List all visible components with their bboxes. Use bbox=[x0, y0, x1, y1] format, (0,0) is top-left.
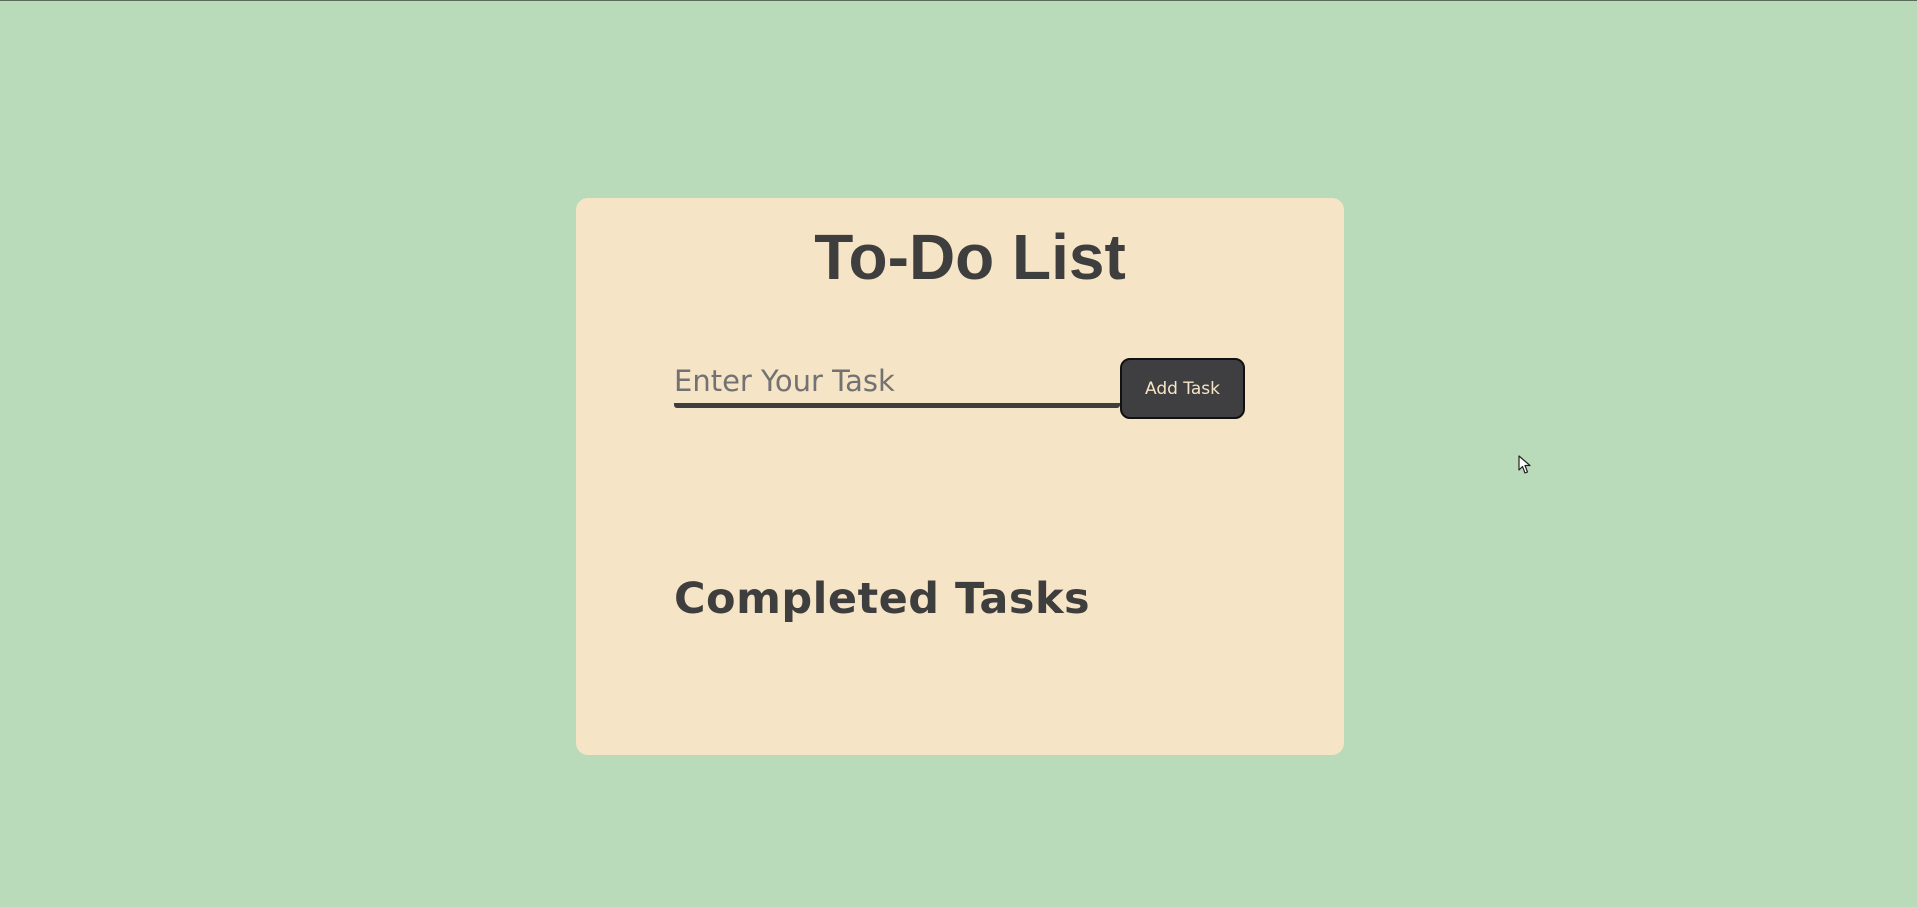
page-background: { "app": { "title": "To-Do List" }, "inp… bbox=[0, 0, 1917, 907]
task-list bbox=[674, 438, 1246, 498]
add-task-button[interactable]: Add Task bbox=[1120, 358, 1245, 419]
page-title: To-Do List bbox=[814, 221, 1126, 293]
mouse-pointer-icon bbox=[1518, 455, 1531, 474]
completed-task-list bbox=[674, 638, 1246, 678]
completed-tasks-heading: Completed Tasks bbox=[674, 574, 1091, 624]
task-input[interactable] bbox=[674, 358, 1120, 408]
todo-card: To-Do List Add Task Completed Tasks bbox=[576, 198, 1344, 755]
